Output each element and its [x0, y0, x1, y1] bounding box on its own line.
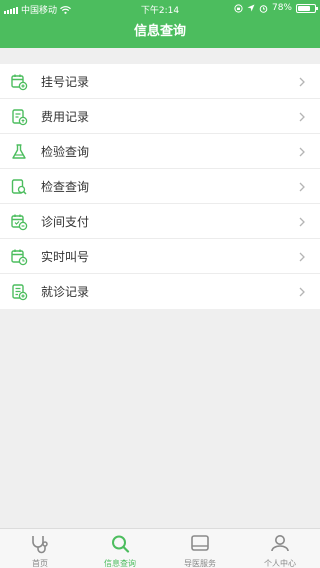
menu-item-lab-tests[interactable]: 检验查询	[0, 134, 320, 169]
tab-label: 导医服务	[184, 559, 216, 568]
profile-icon	[271, 535, 289, 552]
tab-label: 信息查询	[104, 559, 136, 568]
menu-item-expense-records[interactable]: 费用记录	[0, 99, 320, 134]
chevron-right-icon	[299, 287, 305, 297]
visit-record-icon	[12, 284, 28, 301]
status-bar: 中国移动 下午2:14 78%	[0, 0, 320, 16]
lock-rotation-icon	[234, 3, 243, 13]
chevron-right-icon	[299, 112, 305, 122]
tab-profile[interactable]: 个人中心	[240, 529, 320, 568]
tab-bar: 首页 信息查询 导医服务 个人中心	[0, 528, 320, 568]
location-icon	[247, 4, 255, 12]
flask-icon	[12, 144, 26, 159]
menu-item-label: 检验查询	[41, 144, 90, 159]
menu-item-registration-records[interactable]: 挂号记录	[0, 64, 320, 99]
chevron-right-icon	[299, 217, 305, 227]
clinic-payment-icon	[11, 214, 28, 231]
menu-item-label: 费用记录	[41, 109, 90, 124]
tab-info-query[interactable]: 信息查询	[80, 529, 160, 568]
search-icon	[112, 535, 130, 553]
page-title: 信息查询	[0, 16, 320, 48]
document-search-icon	[11, 179, 27, 195]
tab-home[interactable]: 首页	[0, 529, 80, 568]
menu-item-label: 检查查询	[41, 179, 90, 194]
stethoscope-icon	[32, 536, 48, 554]
menu-item-label: 就诊记录	[41, 285, 90, 299]
calendar-register-icon	[11, 74, 28, 91]
bill-icon	[12, 109, 28, 126]
menu-item-examinations[interactable]: 检查查询	[0, 169, 320, 204]
menu-item-visit-records[interactable]: 就诊记录	[0, 274, 320, 309]
alarm-icon	[259, 4, 268, 13]
menu-item-clinic-payment[interactable]: 诊间支付	[0, 204, 320, 239]
chevron-right-icon	[299, 252, 305, 262]
realtime-queue-icon	[11, 249, 28, 266]
menu-list: 挂号记录 费用记录 检验查询 检查查询 诊间支付 实时叫号 就诊记录	[0, 64, 320, 309]
guide-service-icon	[191, 535, 209, 551]
menu-item-label: 诊间支付	[41, 214, 90, 229]
chevron-right-icon	[299, 182, 305, 192]
battery-icon	[296, 3, 318, 13]
chevron-right-icon	[299, 77, 305, 87]
tab-guide-service[interactable]: 导医服务	[160, 529, 240, 568]
menu-item-label: 实时叫号	[41, 249, 90, 264]
tab-label: 首页	[32, 559, 48, 568]
battery-percent: 78%	[271, 3, 292, 13]
menu-item-realtime-queue[interactable]: 实时叫号	[0, 239, 320, 274]
menu-item-label: 挂号记录	[41, 74, 90, 89]
chevron-right-icon	[299, 147, 305, 157]
tab-label: 个人中心	[264, 559, 296, 568]
